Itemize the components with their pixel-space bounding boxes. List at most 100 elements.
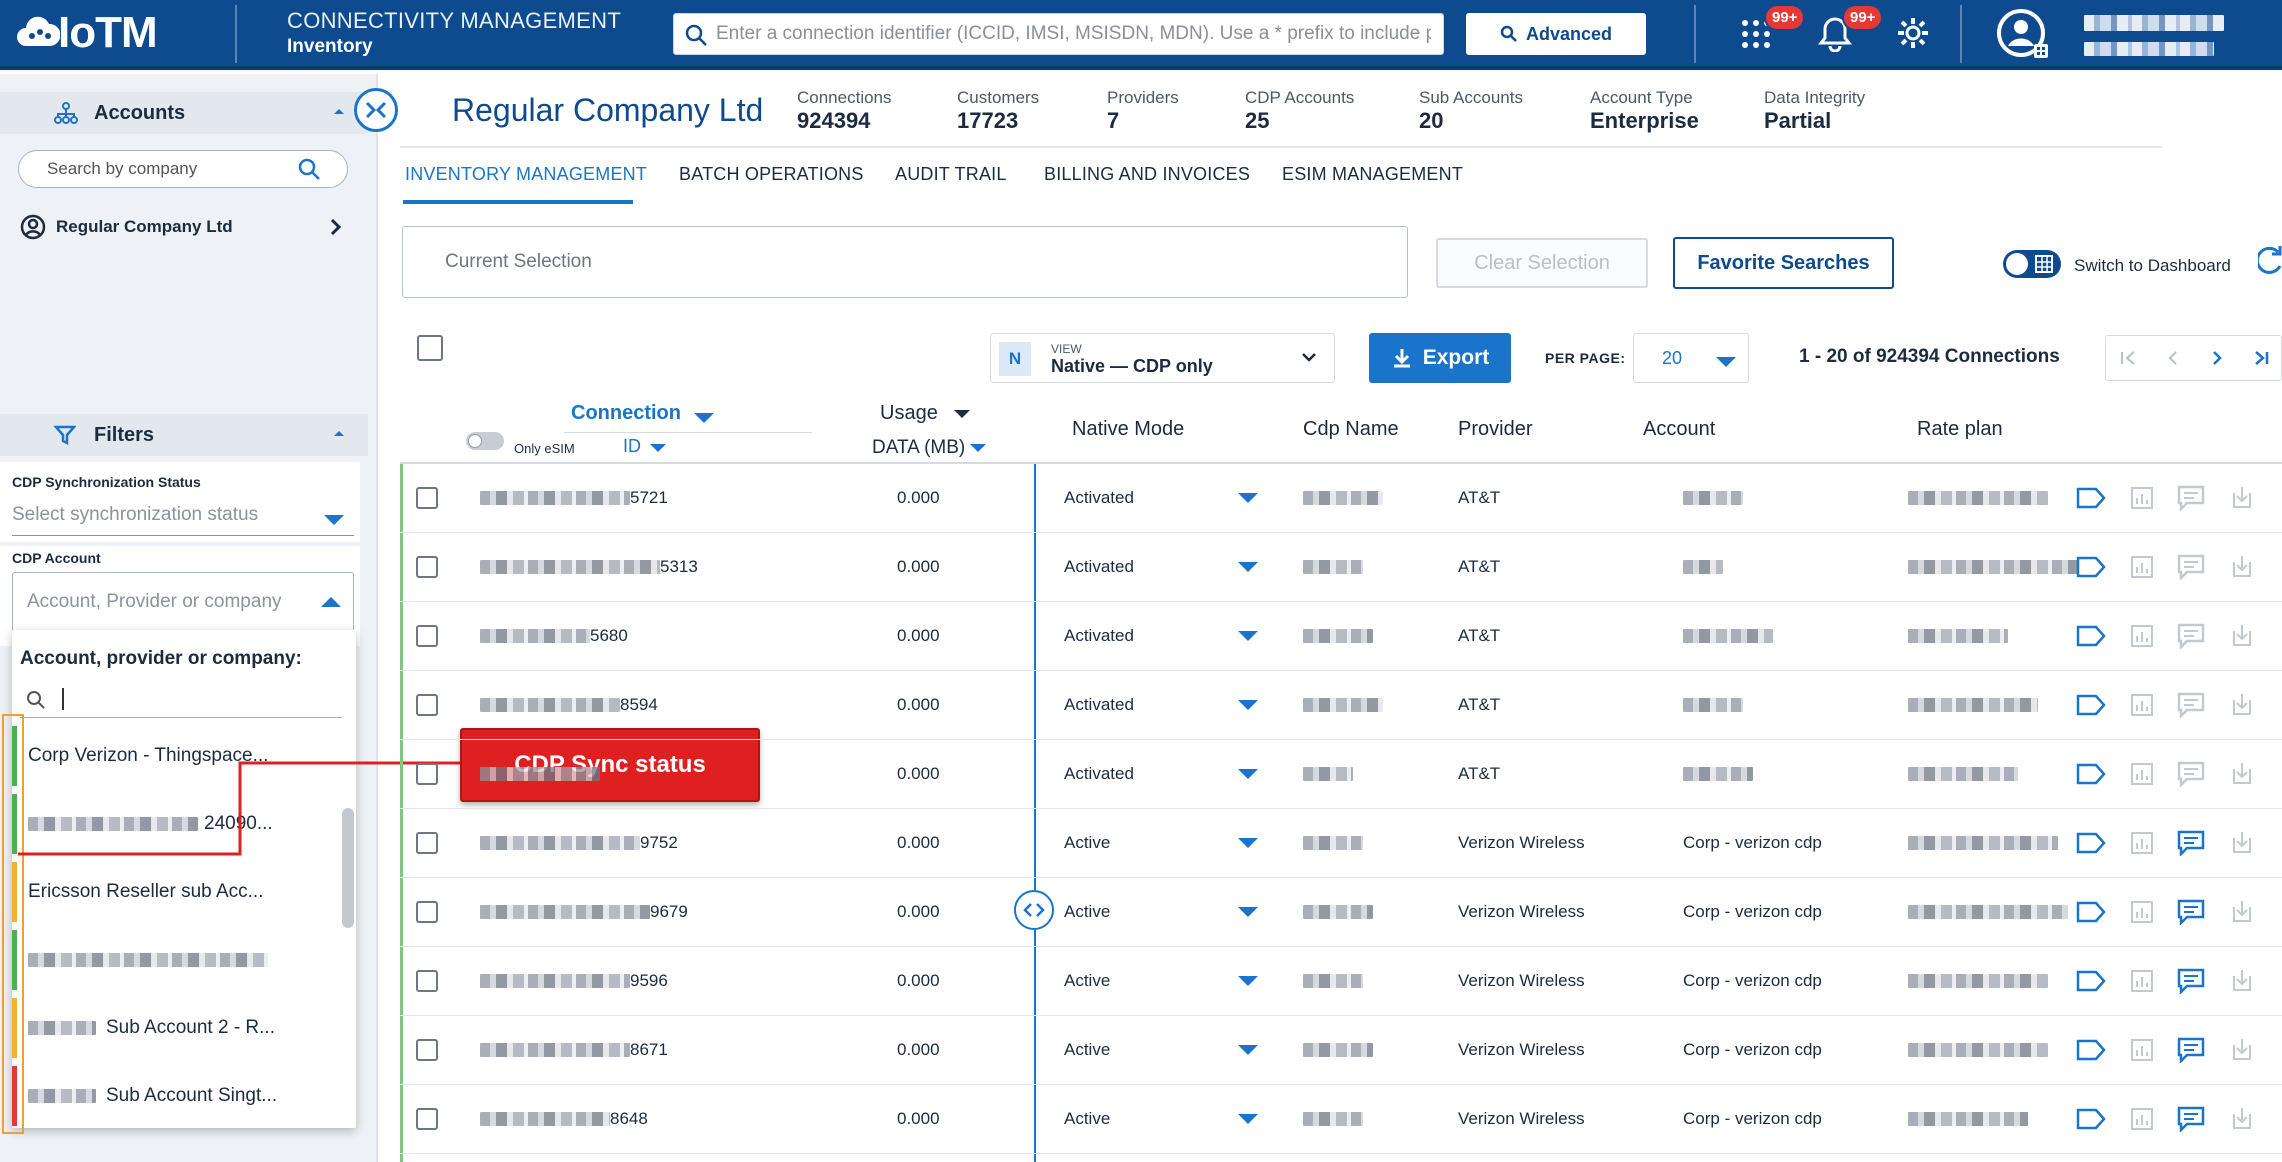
clear-selection-button[interactable]: Clear Selection	[1436, 238, 1648, 288]
sync-status-select[interactable]: Select synchronization status	[12, 500, 354, 536]
table-row[interactable]: 9752 0.000 Active Verizon Wireless Corp …	[400, 809, 2282, 878]
refresh-icon[interactable]	[2258, 244, 2282, 276]
dropdown-filter-input[interactable]	[20, 682, 342, 718]
dropdown-caret-icon[interactable]	[970, 444, 986, 453]
next-page-icon[interactable]	[2210, 350, 2224, 366]
dropdown-item[interactable]: Sub Account 2 - R...	[12, 994, 337, 1062]
accounts-section-header[interactable]: Accounts	[0, 92, 368, 134]
comment-icon[interactable]	[2177, 1016, 2205, 1084]
row-checkbox[interactable]	[416, 556, 438, 578]
dashboard-toggle[interactable]	[2003, 250, 2061, 278]
column-id[interactable]: ID	[623, 436, 641, 457]
comment-icon[interactable]	[2177, 671, 2205, 739]
chart-icon[interactable]	[2130, 740, 2154, 808]
column-data-mb[interactable]: DATA (MB)	[872, 437, 965, 459]
tag-icon[interactable]	[2076, 1016, 2106, 1084]
chevron-up-icon[interactable]	[332, 106, 346, 116]
comment-icon[interactable]	[2177, 740, 2205, 808]
dropdown-caret-icon[interactable]	[1716, 354, 1736, 372]
search-icon[interactable]	[297, 157, 321, 181]
chart-icon[interactable]	[2130, 1016, 2154, 1084]
comment-icon[interactable]	[2177, 947, 2205, 1015]
download-icon[interactable]	[2230, 947, 2254, 1015]
connection-id-cell[interactable]	[480, 740, 600, 808]
download-icon[interactable]	[2230, 1016, 2254, 1084]
row-checkbox[interactable]	[416, 487, 438, 509]
column-usage[interactable]: Usage	[880, 402, 938, 425]
comment-icon[interactable]	[2177, 533, 2205, 601]
comment-icon[interactable]	[2177, 809, 2205, 877]
tag-icon[interactable]	[2076, 533, 2106, 601]
select-all-checkbox[interactable]	[417, 335, 443, 361]
download-icon[interactable]	[2230, 740, 2254, 808]
comment-icon[interactable]	[2177, 464, 2205, 532]
tab-billing-invoices[interactable]: BILLING AND INVOICES	[1044, 164, 1250, 185]
chart-icon[interactable]	[2130, 947, 2154, 1015]
native-mode-dropdown[interactable]	[1238, 878, 1258, 946]
connection-id-cell[interactable]: 9679	[480, 878, 688, 946]
row-checkbox[interactable]	[416, 901, 438, 923]
table-row[interactable]: 9679 0.000 Active Verizon Wireless Corp …	[400, 878, 2282, 947]
chart-icon[interactable]	[2130, 1085, 2154, 1153]
table-row[interactable]: 8648 0.000 Active Verizon Wireless Corp …	[400, 1085, 2282, 1154]
download-icon[interactable]	[2230, 671, 2254, 739]
tab-esim-management[interactable]: ESIM MANAGEMENT	[1282, 164, 1463, 185]
user-avatar-icon[interactable]	[1996, 8, 2050, 62]
tab-audit-trail[interactable]: AUDIT TRAIL	[895, 164, 1007, 185]
row-checkbox[interactable]	[416, 625, 438, 647]
company-search-input[interactable]	[47, 159, 297, 179]
tag-icon[interactable]	[2076, 809, 2106, 877]
column-provider[interactable]: Provider	[1458, 418, 1532, 441]
table-row[interactable]: 9596 0.000 Active Verizon Wireless Corp …	[400, 947, 2282, 1016]
chevron-down-icon[interactable]	[1301, 352, 1317, 362]
dropdown-caret-icon[interactable]	[694, 410, 714, 428]
chevron-right-icon[interactable]	[330, 218, 342, 236]
chart-icon[interactable]	[2130, 464, 2154, 532]
native-mode-dropdown[interactable]	[1238, 947, 1258, 1015]
tag-icon[interactable]	[2076, 947, 2106, 1015]
per-page-select[interactable]: 20	[1633, 333, 1749, 383]
connection-id-cell[interactable]: 8648	[480, 1085, 648, 1153]
row-checkbox[interactable]	[416, 970, 438, 992]
column-account[interactable]: Account	[1643, 418, 1715, 441]
only-esim-toggle[interactable]	[466, 432, 504, 450]
native-mode-dropdown[interactable]	[1238, 1085, 1258, 1153]
tag-icon[interactable]	[2076, 740, 2106, 808]
filters-section-header[interactable]: Filters	[0, 414, 368, 456]
chart-icon[interactable]	[2130, 878, 2154, 946]
download-icon[interactable]	[2230, 533, 2254, 601]
download-icon[interactable]	[2230, 1085, 2254, 1153]
download-icon[interactable]	[2230, 809, 2254, 877]
download-icon[interactable]	[2230, 464, 2254, 532]
chevron-up-icon[interactable]	[319, 595, 343, 609]
native-mode-dropdown[interactable]	[1238, 671, 1258, 739]
dropdown-caret-icon[interactable]	[954, 410, 970, 419]
first-page-icon[interactable]	[2120, 350, 2138, 366]
chart-icon[interactable]	[2130, 809, 2154, 877]
connection-id-cell[interactable]: 5313	[480, 533, 698, 601]
tag-icon[interactable]	[2076, 671, 2106, 739]
cdp-account-select[interactable]: Account, Provider or company	[12, 572, 354, 632]
dropdown-item[interactable]: Ericsson Reseller sub Acc...	[12, 858, 337, 926]
global-search-input[interactable]	[716, 14, 1431, 54]
connection-id-cell[interactable]: 8594	[480, 671, 658, 739]
table-row[interactable]: 5721 0.000 Activated AT&T	[400, 464, 2282, 533]
logo-text[interactable]: IoTM	[58, 8, 158, 58]
table-row[interactable]: 0.000 Activated AT&T	[400, 740, 2282, 809]
comment-icon[interactable]	[2177, 1085, 2205, 1153]
export-button[interactable]: Export	[1369, 333, 1511, 383]
row-checkbox[interactable]	[416, 1039, 438, 1061]
row-checkbox[interactable]	[416, 832, 438, 854]
company-tree-item[interactable]: Regular Company Ltd	[20, 212, 350, 242]
global-search[interactable]	[673, 13, 1444, 55]
tag-icon[interactable]	[2076, 464, 2106, 532]
collapse-sidebar-button[interactable]	[354, 88, 398, 132]
connection-id-cell[interactable]: 8671	[480, 1016, 668, 1084]
connection-id-cell[interactable]: 9752	[480, 809, 678, 877]
row-checkbox[interactable]	[416, 694, 438, 716]
dropdown-item[interactable]	[12, 926, 337, 994]
native-mode-dropdown[interactable]	[1238, 809, 1258, 877]
chevron-up-icon[interactable]	[332, 428, 346, 438]
native-mode-dropdown[interactable]	[1238, 602, 1258, 670]
table-row[interactable]: 8671 0.000 Active Verizon Wireless Corp …	[400, 1016, 2282, 1085]
